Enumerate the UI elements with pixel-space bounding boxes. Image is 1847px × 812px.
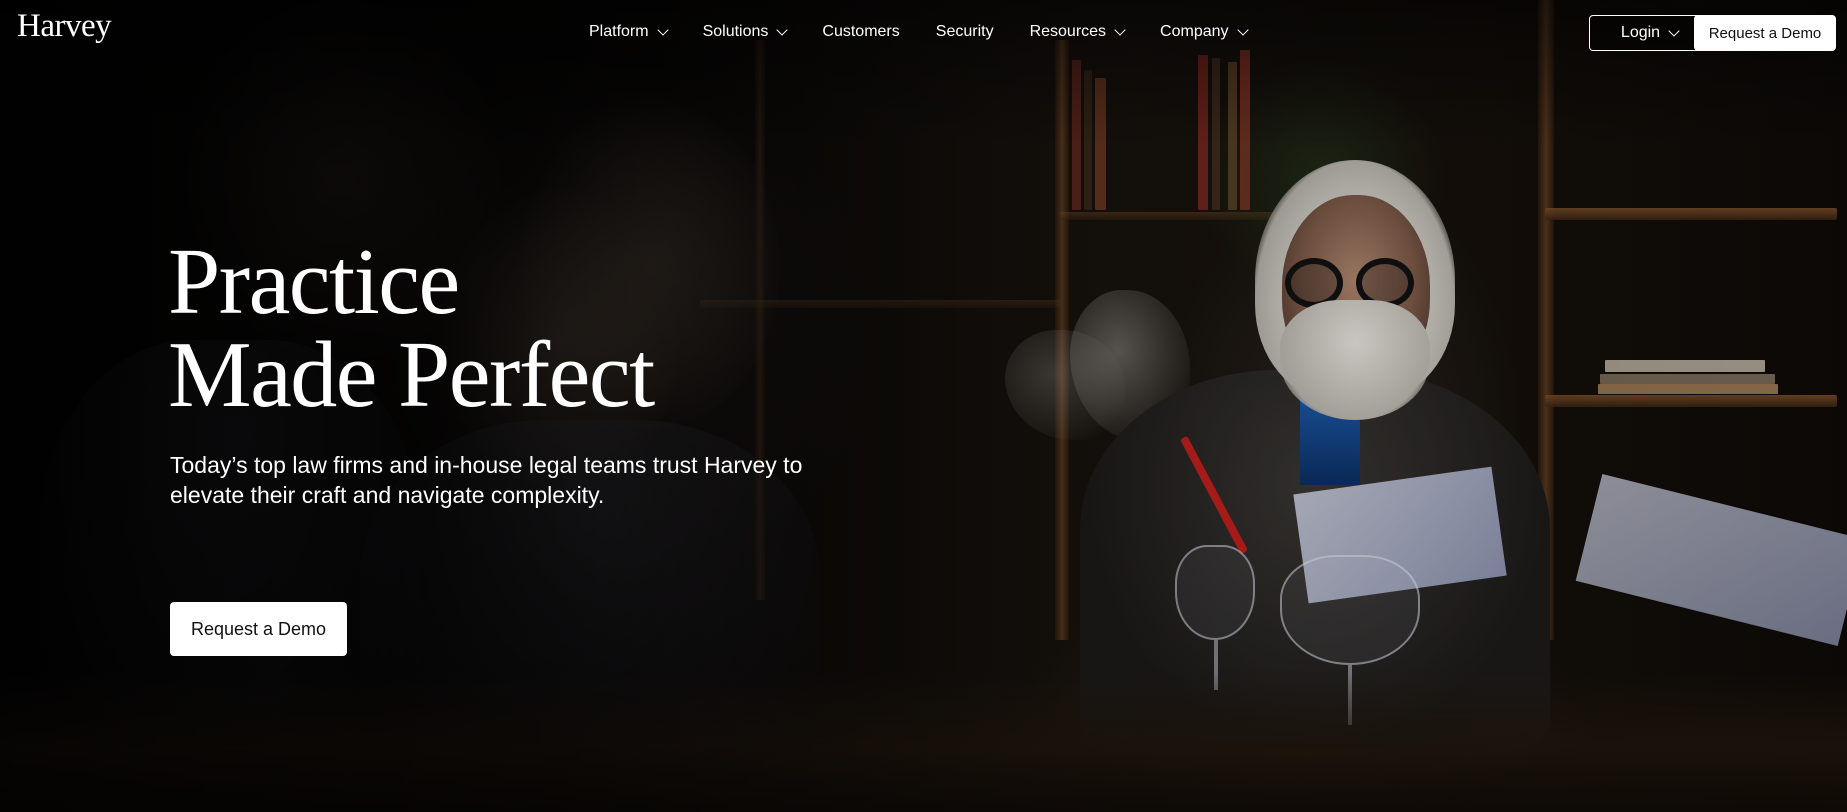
top-navigation: Harvey Platform Solutions Customers Secu… <box>0 0 1847 64</box>
main-menu: Platform Solutions Customers Security Re… <box>589 0 1249 64</box>
nav-item-label: Resources <box>1029 23 1107 40</box>
chevron-down-icon <box>776 24 789 36</box>
nav-item-platform[interactable]: Platform <box>589 23 669 41</box>
nav-item-solutions[interactable]: Solutions <box>702 23 789 41</box>
request-demo-button[interactable]: Request a Demo <box>1694 15 1836 51</box>
hero-subtitle: Today’s top law firms and in-house legal… <box>170 452 803 508</box>
nav-item-resources[interactable]: Resources <box>1029 23 1126 41</box>
login-button[interactable]: Login <box>1589 15 1710 51</box>
harvey-logo[interactable]: Harvey <box>17 10 112 43</box>
nav-item-customers[interactable]: Customers <box>822 23 899 41</box>
hero-heading-line-2: Made Perfect <box>168 323 655 427</box>
hero-heading: Practice Made Perfect <box>168 230 655 427</box>
nav-item-security[interactable]: Security <box>936 23 994 41</box>
nav-item-label: Security <box>935 23 994 40</box>
chevron-down-icon <box>1236 24 1249 36</box>
chevron-down-icon <box>656 24 669 36</box>
nav-item-company[interactable]: Company <box>1160 23 1249 41</box>
nav-item-label: Company <box>1160 23 1229 40</box>
hero-heading-line-1: Practice <box>168 230 460 334</box>
nav-item-label: Solutions <box>702 23 769 40</box>
hero-request-demo-button[interactable]: Request a Demo <box>170 602 347 656</box>
nav-item-label: Customers <box>822 23 900 40</box>
nav-item-label: Platform <box>589 23 649 40</box>
login-label: Login <box>1620 24 1661 41</box>
chevron-down-icon <box>1668 25 1680 37</box>
chevron-down-icon <box>1114 24 1126 36</box>
